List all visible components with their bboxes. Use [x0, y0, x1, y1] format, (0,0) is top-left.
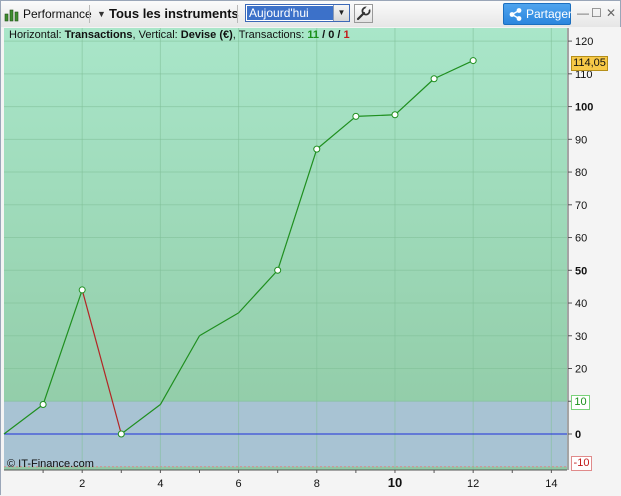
period-selected-value: Aujourd'hui	[247, 6, 335, 20]
y-tick-label: 50	[575, 265, 587, 277]
chart-caption: Horizontal: Transactions, Vertical: Devi…	[9, 29, 350, 41]
performance-chart-icon[interactable]	[4, 7, 20, 22]
period-select[interactable]: Aujourd'hui ▼	[245, 4, 350, 22]
performance-chart[interactable]: 12011010090807060504030200 2 4 6 8 10 12 14	[1, 27, 621, 496]
performance-window: Performance ▼ Tous les instruments Aujou…	[0, 0, 621, 496]
chevron-down-icon[interactable]: ▼	[97, 1, 106, 27]
caption-transactions-prefix: , Transactions:	[232, 29, 308, 41]
lower-zone-tag: -10	[571, 456, 592, 471]
watermark: © IT-Finance.com	[7, 458, 94, 470]
x-tick-label: 4	[157, 478, 163, 490]
dropdown-arrow-icon[interactable]: ▼	[333, 5, 349, 21]
y-tick-label: 0	[575, 429, 581, 441]
transactions-loss: 1	[343, 29, 350, 41]
last-value-tag: 114,05	[571, 56, 608, 71]
data-point[interactable]	[313, 145, 321, 153]
x-tick-label: 14	[545, 478, 557, 490]
transactions-total: 11	[307, 29, 320, 41]
wrench-icon	[356, 5, 371, 21]
toolbar-separator	[237, 5, 238, 23]
performance-menu[interactable]: Performance	[23, 1, 92, 27]
data-point[interactable]	[391, 111, 399, 119]
y-tick-label: 20	[575, 364, 587, 376]
data-point[interactable]	[78, 286, 86, 294]
x-tick-label: 10	[388, 475, 402, 490]
share-icon	[509, 8, 522, 21]
restore-button[interactable]: ☐	[591, 6, 602, 20]
upper-zone-tag: 10	[571, 395, 590, 410]
y-tick-label: 90	[575, 134, 587, 146]
data-point[interactable]	[274, 266, 282, 274]
data-point[interactable]	[469, 57, 477, 65]
data-point[interactable]	[39, 401, 47, 409]
caption-horizontal-value: Transactions	[64, 29, 133, 41]
x-tick-label: 6	[236, 478, 242, 490]
toolbar: Performance ▼ Tous les instruments Aujou…	[1, 1, 620, 28]
caption-vertical-value: Devise (€)	[180, 29, 233, 41]
x-tick-label: 12	[467, 478, 479, 490]
x-tick-label: 2	[79, 478, 85, 490]
settings-button[interactable]	[354, 4, 373, 23]
data-point[interactable]	[352, 112, 360, 120]
y-tick-label: 80	[575, 167, 587, 179]
close-button[interactable]: ✕	[606, 6, 616, 20]
caption-vertical-prefix: , Vertical:	[132, 29, 181, 41]
caption-slash: /	[319, 29, 329, 41]
data-point[interactable]	[430, 75, 438, 83]
y-tick-label: 60	[575, 233, 587, 245]
x-tick-label: 8	[314, 478, 320, 490]
data-point[interactable]	[117, 430, 125, 438]
share-label: Partager	[526, 7, 573, 21]
instruments-dropdown[interactable]: Tous les instruments	[109, 1, 239, 27]
minimize-button[interactable]: —	[577, 6, 589, 20]
share-button[interactable]: Partager	[503, 3, 573, 25]
y-tick-label: 30	[575, 331, 587, 343]
toolbar-separator	[89, 5, 90, 23]
y-tick-label: 120	[575, 36, 593, 48]
y-tick-label: 70	[575, 200, 587, 212]
y-tick-label: 40	[575, 298, 587, 310]
caption-horizontal-prefix: Horizontal:	[9, 29, 65, 41]
y-tick-label: 100	[575, 102, 593, 114]
